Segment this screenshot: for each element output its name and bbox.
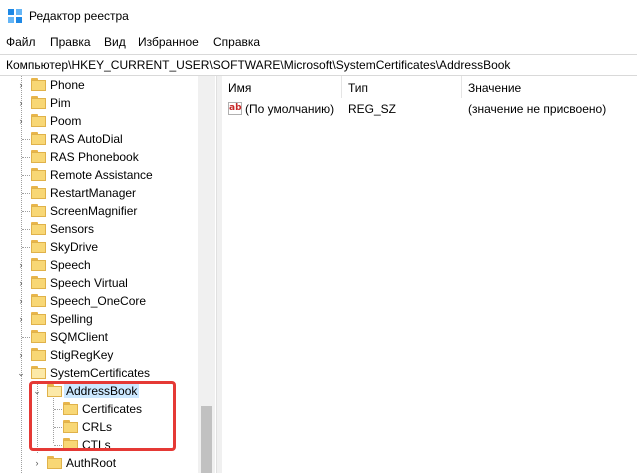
chevron-right-icon[interactable]: › xyxy=(16,98,26,108)
folder-open-icon xyxy=(47,384,62,397)
tree-item-screenmagnifier[interactable]: ScreenMagnifier xyxy=(0,202,198,220)
folder-icon xyxy=(31,276,46,289)
folder-icon xyxy=(31,258,46,271)
tree-item-spelling[interactable]: › Spelling xyxy=(0,310,198,328)
folder-icon xyxy=(31,312,46,325)
folder-icon xyxy=(31,150,46,163)
registry-tree: › Phone › Pim › Poom RAS AutoDial RAS Ph… xyxy=(0,76,216,473)
tree-item-phone[interactable]: › Phone xyxy=(0,76,198,94)
tree-item-stigregkey[interactable]: › StigRegKey xyxy=(0,346,198,364)
folder-icon xyxy=(31,114,46,127)
tree-item-speech[interactable]: › Speech xyxy=(0,256,198,274)
tree-item-speech-virtual[interactable]: › Speech Virtual xyxy=(0,274,198,292)
tree-item-speech-onecore[interactable]: › Speech_OneCore xyxy=(0,292,198,310)
chevron-right-icon[interactable]: › xyxy=(16,80,26,90)
tree-scrollbar-thumb[interactable] xyxy=(201,406,212,473)
chevron-down-icon[interactable]: ⌄ xyxy=(16,368,26,378)
folder-icon xyxy=(31,330,46,343)
address-path[interactable]: Компьютер\HKEY_CURRENT_USER\SOFTWARE\Mic… xyxy=(6,58,510,72)
folder-icon xyxy=(31,132,46,145)
folder-icon xyxy=(31,168,46,181)
chevron-right-icon[interactable]: › xyxy=(16,296,26,306)
tree-item-ras-autodial[interactable]: RAS AutoDial xyxy=(0,130,198,148)
folder-icon xyxy=(31,222,46,235)
folder-open-icon xyxy=(31,366,46,379)
value-data: (значение не присвоено) xyxy=(468,102,607,116)
folder-icon xyxy=(31,78,46,91)
tree-item-ctls[interactable]: CTLs xyxy=(0,436,198,454)
folder-icon xyxy=(47,456,62,469)
chevron-right-icon[interactable]: › xyxy=(16,314,26,324)
tree-item-pim[interactable]: › Pim xyxy=(0,94,198,112)
folder-icon xyxy=(31,96,46,109)
menu-file[interactable]: Файл xyxy=(6,35,36,49)
tree-item-restartmanager[interactable]: RestartManager xyxy=(0,184,198,202)
tree-item-certificates[interactable]: Certificates xyxy=(0,400,198,418)
tree-item-authroot[interactable]: › AuthRoot xyxy=(0,454,198,472)
folder-icon xyxy=(31,204,46,217)
tree-item-systemcertificates[interactable]: ⌄ SystemCertificates xyxy=(0,364,198,382)
folder-icon xyxy=(63,402,78,415)
chevron-right-icon[interactable]: › xyxy=(16,350,26,360)
column-header-type[interactable]: Тип xyxy=(342,76,462,98)
tree-item-remote-assistance[interactable]: Remote Assistance xyxy=(0,166,198,184)
tree-item-crls[interactable]: CRLs xyxy=(0,418,198,436)
folder-icon xyxy=(31,240,46,253)
window-title: Редактор реестра xyxy=(29,9,129,23)
menu-view[interactable]: Вид xyxy=(104,35,126,49)
tree-item-ras-phonebook[interactable]: RAS Phonebook xyxy=(0,148,198,166)
chevron-right-icon[interactable]: › xyxy=(32,458,42,468)
chevron-right-icon[interactable]: › xyxy=(16,116,26,126)
menu-favorites[interactable]: Избранное xyxy=(138,35,199,49)
value-name: (По умолчанию) xyxy=(245,102,335,116)
tree-item-skydrive[interactable]: SkyDrive xyxy=(0,238,198,256)
string-value-icon: ab xyxy=(228,102,242,115)
menu-bar: Файл Правка Вид Избранное Справка xyxy=(0,33,637,53)
folder-icon xyxy=(31,348,46,361)
folder-icon xyxy=(63,438,78,451)
chevron-right-icon[interactable]: › xyxy=(16,278,26,288)
column-header-name[interactable]: Имя xyxy=(222,76,342,98)
tree-item-sensors[interactable]: Sensors xyxy=(0,220,198,238)
chevron-down-icon[interactable]: ⌄ xyxy=(32,386,42,396)
value-row[interactable]: ab (По умолчанию) REG_SZ (значение не пр… xyxy=(222,100,637,118)
value-type: REG_SZ xyxy=(348,102,397,116)
tree-item-sqmclient[interactable]: SQMClient xyxy=(0,328,198,346)
tree-item-poom[interactable]: › Poom xyxy=(0,112,198,130)
folder-icon xyxy=(63,420,78,433)
registry-editor-icon xyxy=(8,9,22,23)
tree-item-addressbook[interactable]: ⌄ AddressBook xyxy=(0,382,198,400)
values-pane: Имя Тип Значение ab (По умолчанию) REG_S… xyxy=(222,76,637,473)
folder-icon xyxy=(31,186,46,199)
title-bar: Редактор реестра xyxy=(0,0,637,32)
menu-edit[interactable]: Правка xyxy=(50,35,91,49)
column-header-data[interactable]: Значение xyxy=(462,76,637,98)
chevron-right-icon[interactable]: › xyxy=(16,260,26,270)
address-bar[interactable]: Компьютер\HKEY_CURRENT_USER\SOFTWARE\Mic… xyxy=(0,54,637,76)
menu-help[interactable]: Справка xyxy=(213,35,260,49)
folder-icon xyxy=(31,294,46,307)
